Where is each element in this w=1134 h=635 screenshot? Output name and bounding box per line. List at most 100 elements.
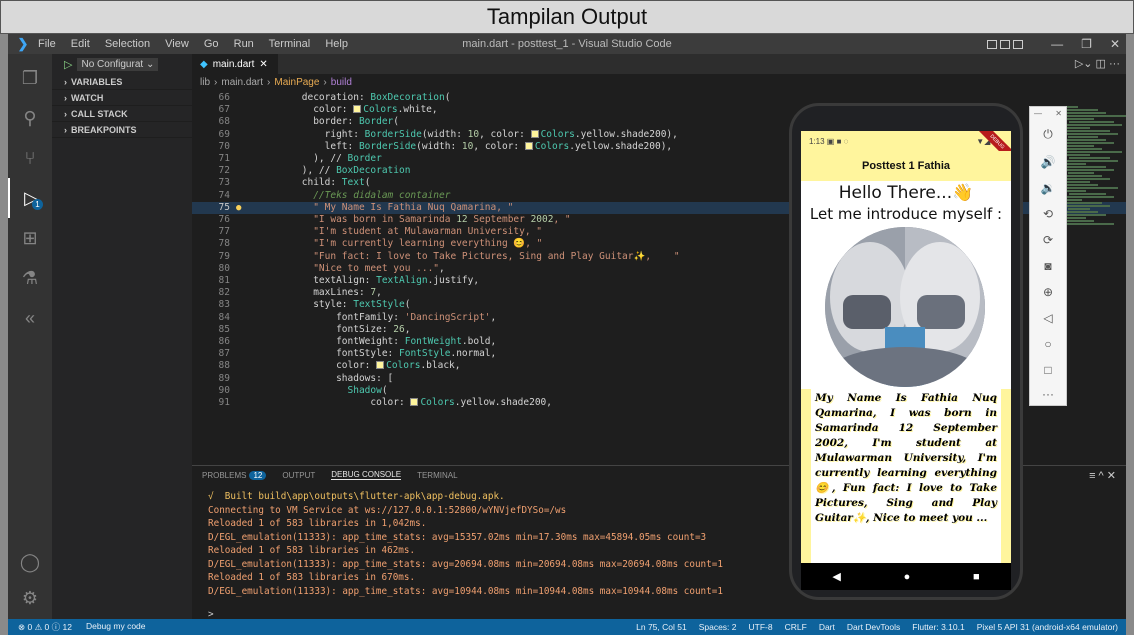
code-text: color: Colors.white, [256,104,438,116]
menu-selection[interactable]: Selection [105,38,150,50]
device-selector[interactable]: Pixel 5 API 31 (android-x64 emulator) [977,622,1118,632]
menu-edit[interactable]: Edit [71,38,90,50]
extensions-icon[interactable]: ⊞ [8,218,52,258]
line-ending[interactable]: CRLF [785,622,807,632]
vscode-logo-icon: ❯ [17,36,29,51]
layout-toggles[interactable] [987,39,1024,49]
debug-status[interactable]: Debug my code [86,621,146,633]
close-button[interactable]: ✕ [1110,37,1120,51]
tab-problems[interactable]: PROBLEMS 12 [202,470,267,480]
line-number: 75 [218,201,230,213]
volume-up-icon[interactable]: 🔊 [1030,155,1066,169]
section-variables[interactable]: › VARIABLES [52,74,192,90]
line-number: 77 [218,226,230,238]
console-line: Reloaded 1 of 583 libraries in 670ms. [208,572,416,583]
cursor-position[interactable]: Ln 75, Col 51 [636,622,687,632]
debug-config-select[interactable]: No Configurat ⌄ [77,57,159,71]
volume-down-icon[interactable]: 🔉 [1030,181,1066,195]
tab-output[interactable]: OUTPUT [282,471,315,480]
section-label: CALL STACK [71,108,128,119]
menu-help[interactable]: Help [325,38,348,50]
line-number: 80 [218,262,230,274]
zoom-icon[interactable]: ⊕ [1030,285,1066,299]
overview-icon[interactable]: □ [1030,363,1066,377]
dart-devtools[interactable]: Dart DevTools [847,622,900,632]
tab-terminal[interactable]: TERMINAL [417,471,457,480]
breadcrumb-method[interactable]: build [331,77,352,88]
menu-file[interactable]: File [38,38,56,50]
code-text: color: Colors.black, [256,360,461,372]
source-control-icon[interactable]: ⑂ [8,138,52,178]
line-number: 67 [218,104,230,116]
code-text: border: Border( [256,116,400,128]
code-text: textAlign: TextAlign.justify, [256,275,480,286]
dart-file-icon: ◆ [200,58,208,70]
lightbulb-icon[interactable]: ● [236,202,241,214]
emulator-screen[interactable]: 1:13 ▣ ■ ◌ ▼◢ ▮ DEBUG Posttest 1 Fathia … [801,131,1011,563]
back-icon[interactable]: ◁ [1030,311,1066,325]
tab-debug-console[interactable]: DEBUG CONSOLE [331,470,402,480]
line-number: 74 [218,189,230,201]
flutter-version[interactable]: Flutter: 3.10.1 [912,622,964,632]
menu-run[interactable]: Run [234,38,254,50]
menu-view[interactable]: View [165,38,189,50]
code-text: right: BorderSide(width: 10, color: Colo… [256,128,678,140]
more-icon[interactable]: ··· [1030,387,1066,401]
code-text: "I'm student at Mulawarman University, " [313,226,542,238]
language-mode[interactable]: Dart [819,622,835,632]
problems-status[interactable]: ⊗ 0 ⚠ 0 ⓘ 12 [18,621,72,633]
rotate-right-icon[interactable]: ⟳ [1030,233,1066,247]
window-controls: — ❐ ✕ [987,34,1120,54]
breadcrumb-file[interactable]: main.dart [221,77,263,88]
panel-actions[interactable]: ≡ ^ ✕ [1089,469,1116,482]
settings-gear-icon[interactable]: ⚙ [8,578,52,618]
camera-icon[interactable]: ◙ [1030,259,1066,273]
home-icon[interactable]: ● [904,571,911,583]
debug-config-label: No Configurat [81,58,144,70]
indentation[interactable]: Spaces: 2 [699,622,737,632]
back-icon[interactable]: ◀ [832,570,840,583]
menu-go[interactable]: Go [204,38,219,50]
code-text: "Nice to meet you ...", [313,262,445,274]
vscode-window: ❯ File Edit Selection View Go Run Termin… [0,34,1134,635]
menu-terminal[interactable]: Terminal [269,38,311,50]
flutter-icon[interactable]: « [8,298,52,338]
code-text: Shadow( [347,384,388,396]
line-number: 73 [218,177,230,189]
overview-icon[interactable]: ■ [973,571,980,583]
line-number: 87 [218,348,230,360]
line-number: 72 [218,165,230,177]
line-number: 71 [218,153,230,164]
code-text: child: Text( [256,177,371,189]
breadcrumb-class[interactable]: MainPage [274,77,319,88]
encoding[interactable]: UTF-8 [749,622,773,632]
editor-actions[interactable]: ▷⌄ ◫ ··· [1075,57,1120,70]
power-icon[interactable]: ⏻ [1030,127,1066,142]
debug-badge: 1 [32,199,43,210]
search-icon[interactable]: ⚲ [8,98,52,138]
home-icon[interactable]: ○ [1030,337,1066,351]
minimap[interactable] [1058,106,1126,226]
code-text: "I'm currently learning everything 😊, " [313,238,543,250]
section-label: WATCH [71,92,104,103]
emu-close-icon[interactable]: ✕ [1055,109,1062,118]
breadcrumb-lib[interactable]: lib [200,77,210,88]
tab-main-dart[interactable]: ◆ main.dart ✕ [192,54,278,74]
section-watch[interactable]: › WATCH [52,90,192,106]
emu-minimize-icon[interactable]: — [1034,109,1042,118]
testing-icon[interactable]: ⚗ [8,258,52,298]
start-debug-icon[interactable]: ▷ [64,58,72,71]
bio-text: My Name Is Fathia Nuq Qamarina, I was bo… [801,389,1011,563]
section-call-stack[interactable]: › CALL STACK [52,106,192,122]
close-tab-icon[interactable]: ✕ [259,59,267,70]
code-text: decoration: BoxDecoration( [256,92,451,103]
account-icon[interactable]: ◯ [8,542,52,582]
rotate-left-icon[interactable]: ⟲ [1030,207,1066,221]
minimize-button[interactable]: — [1051,37,1063,51]
code-text: " My Name Is Fathia Nuq Qamarina, " [313,201,514,213]
section-breakpoints[interactable]: › BREAKPOINTS [52,122,192,138]
restore-button[interactable]: ❐ [1081,37,1092,51]
run-debug-icon[interactable]: ▷ 1 [8,178,52,218]
line-number: 89 [218,372,230,384]
explorer-icon[interactable]: ❐ [8,58,52,98]
